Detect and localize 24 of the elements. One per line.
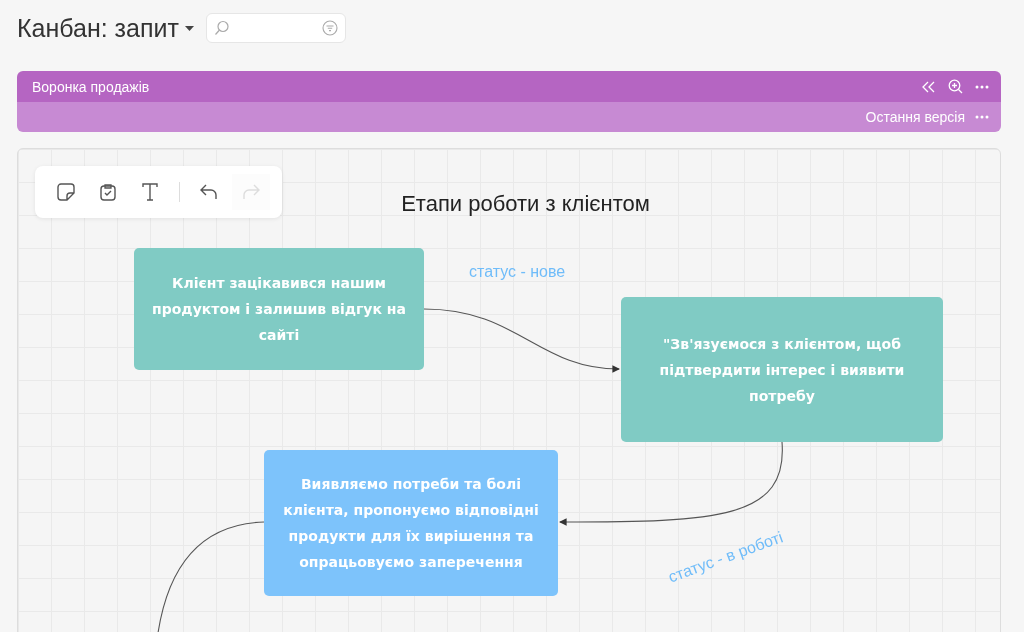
undo-icon	[200, 184, 218, 200]
process-node[interactable]: Клієнт зацікавився нашим продуктом і залишив відгук на сайті	[134, 248, 424, 370]
board-name: Воронка продажів	[32, 78, 150, 95]
clipboard-check-icon	[99, 183, 117, 201]
search-field[interactable]	[205, 13, 346, 43]
version-label[interactable]: Остання версія	[865, 109, 965, 125]
zoom-in-icon[interactable]	[948, 79, 963, 94]
redo-icon	[242, 184, 260, 200]
caret-icon[interactable]	[184, 25, 194, 31]
process-node[interactable]: "Зв'язуємося з клієнтом, щоб підтвердити інтерес і виявити потребу	[621, 297, 943, 442]
node-text: Клієнт зацікавився нашим продуктом і залишив відгук на сайті	[152, 274, 406, 345]
diagram-title: Етапи роботи з клієнтом	[400, 191, 651, 217]
search-icon	[213, 20, 230, 36]
sticky-note-icon	[57, 183, 75, 201]
collapse-icon[interactable]	[922, 80, 936, 93]
connector-label: статус - нове	[469, 263, 566, 281]
node-text: "Зв'язуємося з клієнтом, щоб підтвердити інтерес і виявити потребу	[658, 334, 906, 406]
more-icon[interactable]	[975, 115, 989, 119]
node-text: Виявляємо потреби та болі клієнта, пропонуємо відповідні продукти для їх вирішення та опрацьовуємо заперечення	[282, 475, 540, 572]
more-icon[interactable]	[975, 84, 989, 89]
filter-icon[interactable]	[321, 20, 338, 36]
text-icon	[142, 183, 159, 201]
process-node[interactable]: Виявляємо потреби та болі клієнта, пропонуємо відповідні продукти для їх вирішення та опрацьовуємо заперечення	[264, 450, 558, 596]
page-title[interactable]: Канбан: запит	[17, 13, 179, 43]
